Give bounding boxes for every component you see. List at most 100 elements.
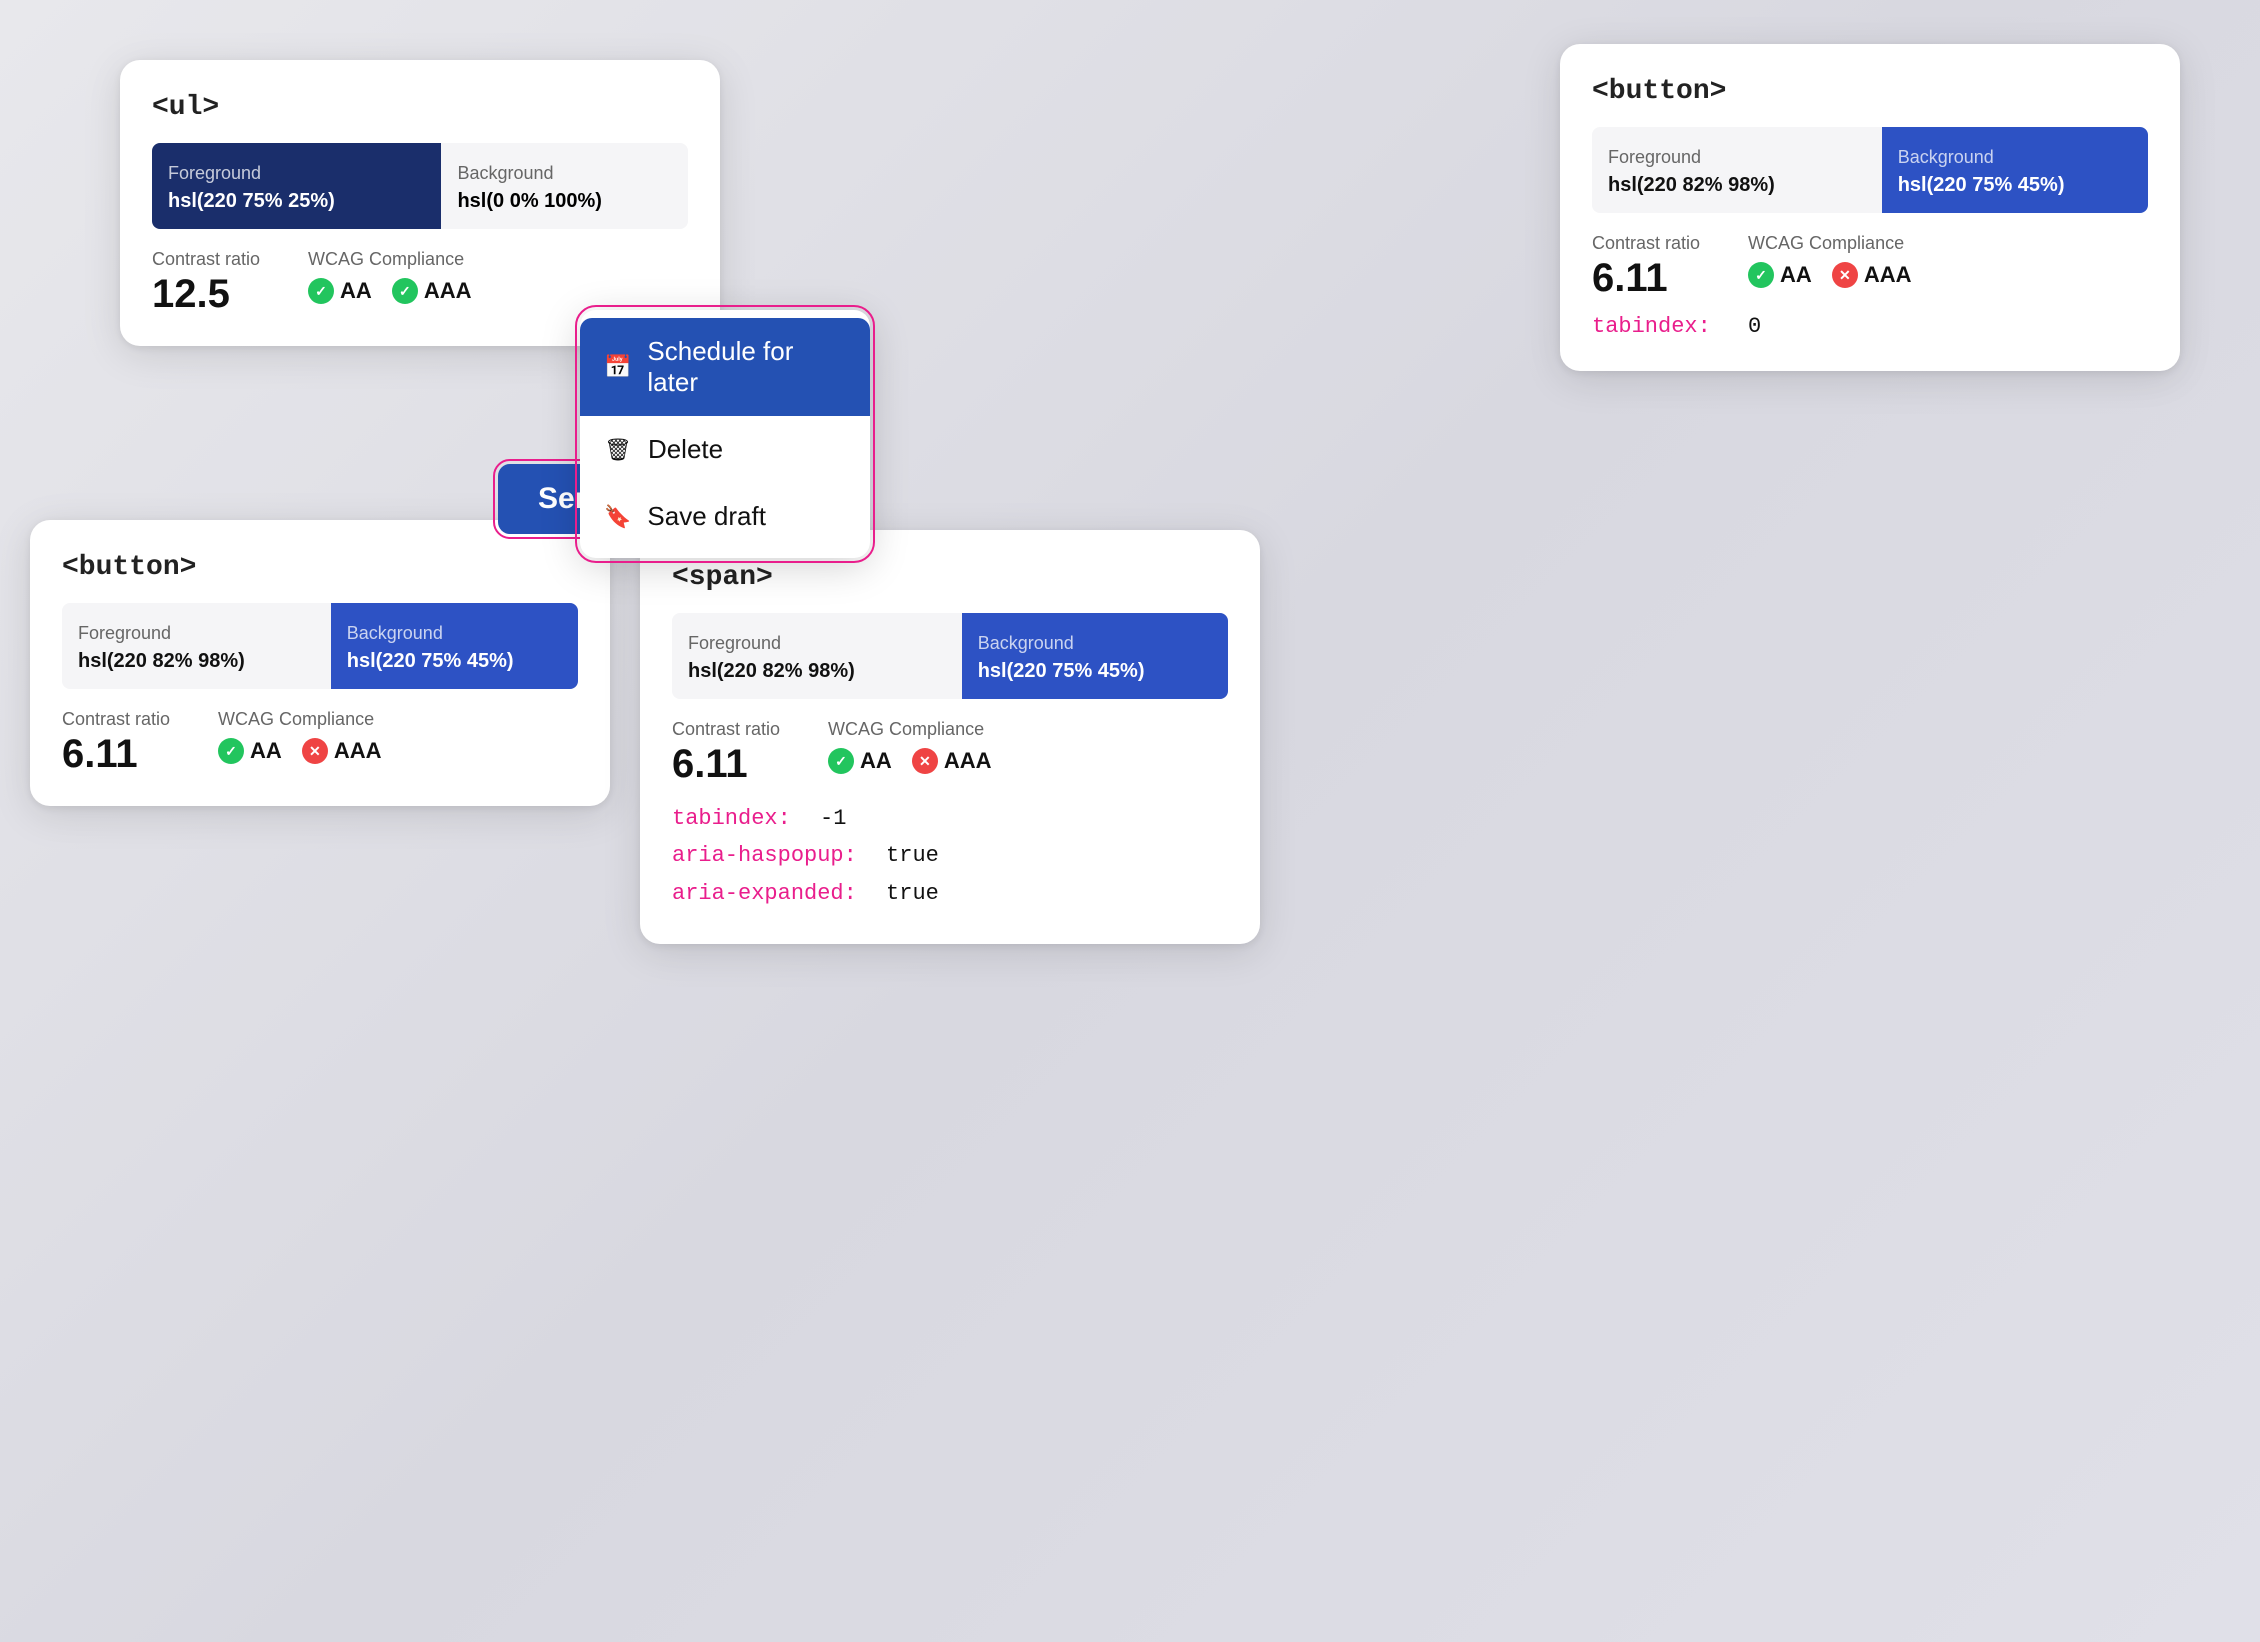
button-bottom-bg-swatch: Background hsl(220 75% 45%) (331, 603, 578, 689)
span-card: <span> Foreground hsl(220 82% 98%) Backg… (640, 530, 1260, 944)
ul-bg-value: hsl(0 0% 100%) (457, 190, 672, 213)
span-aria-rows: tabindex: -1 aria-haspopup: true aria-ex… (672, 800, 1228, 912)
ul-bg-label: Background (457, 163, 672, 184)
calendar-icon: 📅 (604, 354, 631, 380)
ul-wcag-label: WCAG Compliance (308, 249, 471, 270)
button-top-fg-label: Foreground (1608, 147, 1866, 168)
span-aaa-label: AAA (944, 748, 992, 774)
delete-label: Delete (648, 434, 723, 465)
schedule-menu-item[interactable]: 📅 Schedule for later (580, 318, 870, 416)
span-aaa-icon: ✕ (912, 748, 938, 774)
button-top-contrast-label: Contrast ratio (1592, 233, 1700, 254)
span-contrast-group: Contrast ratio 6.11 (672, 719, 780, 784)
button-top-bg-label: Background (1898, 147, 2132, 168)
save-draft-menu-item[interactable]: 🔖 Save draft (580, 483, 870, 550)
button-top-wcag-label: WCAG Compliance (1748, 233, 1911, 254)
span-aaa-badge: ✕ AAA (912, 748, 992, 774)
button-bottom-aaa-label: AAA (334, 738, 382, 764)
ul-wcag-items: ✓ AA ✓ AAA (308, 278, 471, 304)
button-top-stats: Contrast ratio 6.11 WCAG Compliance ✓ AA… (1592, 233, 2148, 298)
span-contrast-label: Contrast ratio (672, 719, 780, 740)
ul-contrast-label: Contrast ratio (152, 249, 260, 270)
delete-menu-item[interactable]: 🗑 Delete (580, 416, 870, 483)
button-top-aa-icon: ✓ (1748, 262, 1774, 288)
button-top-bg-swatch: Background hsl(220 75% 45%) (1882, 127, 2148, 213)
ul-aaa-label: AAA (424, 278, 472, 304)
button-top-aa-label: AA (1780, 262, 1812, 288)
ul-contrast-group: Contrast ratio 12.5 (152, 249, 260, 314)
button-bottom-wcag-items: ✓ AA ✕ AAA (218, 738, 381, 764)
span-haspopup-row: aria-haspopup: true (672, 837, 1228, 874)
button-card-top: <button> Foreground hsl(220 82% 98%) Bac… (1560, 44, 2180, 371)
button-bottom-aa-label: AA (250, 738, 282, 764)
button-bottom-contrast-label: Contrast ratio (62, 709, 170, 730)
button-bottom-wcag-label: WCAG Compliance (218, 709, 381, 730)
span-bg-swatch: Background hsl(220 75% 45%) (962, 613, 1228, 699)
button-bottom-fg-label: Foreground (78, 623, 315, 644)
button-bottom-fg-swatch: Foreground hsl(220 82% 98%) (62, 603, 331, 689)
button-top-wcag-items: ✓ AA ✕ AAA (1748, 262, 1911, 288)
span-fg-value: hsl(220 82% 98%) (688, 660, 946, 683)
button-top-fg-value: hsl(220 82% 98%) (1608, 174, 1866, 197)
button-top-contrast-value: 6.11 (1592, 258, 1700, 298)
button-card-bottom: <button> Foreground hsl(220 82% 98%) Bac… (30, 520, 610, 806)
button-bottom-aaa-badge: ✕ AAA (302, 738, 382, 764)
span-haspopup-key: aria-haspopup: (672, 843, 857, 868)
button-bottom-aa-badge: ✓ AA (218, 738, 282, 764)
button-bottom-fg-value: hsl(220 82% 98%) (78, 650, 315, 673)
button-top-tabindex-key: tabindex: (1592, 314, 1711, 339)
button-top-tabindex-row: tabindex: 0 (1592, 314, 2148, 339)
button-top-aaa-badge: ✕ AAA (1832, 262, 1912, 288)
button-bottom-bg-label: Background (347, 623, 562, 644)
span-fg-swatch: Foreground hsl(220 82% 98%) (672, 613, 962, 699)
span-bg-value: hsl(220 75% 45%) (978, 660, 1212, 683)
ul-fg-value: hsl(220 75% 25%) (168, 190, 425, 213)
button-bottom-aa-icon: ✓ (218, 738, 244, 764)
button-bottom-wcag-group: WCAG Compliance ✓ AA ✕ AAA (218, 709, 381, 764)
button-bottom-card-title: <button> (62, 552, 578, 583)
ul-background-swatch: Background hsl(0 0% 100%) (441, 143, 688, 229)
button-bottom-aaa-icon: ✕ (302, 738, 328, 764)
span-tabindex-row: tabindex: -1 (672, 800, 1228, 837)
span-tabindex-key: tabindex: (672, 806, 791, 831)
button-bottom-contrast-value: 6.11 (62, 734, 170, 774)
span-card-swatches: Foreground hsl(220 82% 98%) Background h… (672, 613, 1228, 699)
span-wcag-group: WCAG Compliance ✓ AA ✕ AAA (828, 719, 991, 774)
span-bg-label: Background (978, 633, 1212, 654)
ul-wcag-group: WCAG Compliance ✓ AA ✓ AAA (308, 249, 471, 304)
span-fg-label: Foreground (688, 633, 946, 654)
button-top-card-title: <button> (1592, 76, 2148, 107)
span-aa-badge: ✓ AA (828, 748, 892, 774)
ul-aa-check-icon: ✓ (308, 278, 334, 304)
span-expanded-val: true (886, 881, 939, 906)
button-bottom-stats: Contrast ratio 6.11 WCAG Compliance ✓ AA… (62, 709, 578, 774)
button-top-aaa-label: AAA (1864, 262, 1912, 288)
ul-contrast-value: 12.5 (152, 274, 260, 314)
ul-card: <ul> Foreground hsl(220 75% 25%) Backgro… (120, 60, 720, 346)
button-top-fg-swatch: Foreground hsl(220 82% 98%) (1592, 127, 1882, 213)
ul-card-title: <ul> (152, 92, 688, 123)
span-card-title: <span> (672, 562, 1228, 593)
span-tabindex-val: -1 (820, 806, 846, 831)
ul-aa-label: AA (340, 278, 372, 304)
ul-card-stats: Contrast ratio 12.5 WCAG Compliance ✓ AA… (152, 249, 688, 314)
button-top-tabindex-val: 0 (1748, 314, 1761, 339)
button-top-aaa-icon: ✕ (1832, 262, 1858, 288)
trash-icon: 🗑 (604, 437, 632, 463)
span-expanded-key: aria-expanded: (672, 881, 857, 906)
dropdown-menu[interactable]: 📅 Schedule for later 🗑 Delete 🔖 Save dra… (580, 310, 870, 558)
span-wcag-items: ✓ AA ✕ AAA (828, 748, 991, 774)
ul-wcag-aaa-badge: ✓ AAA (392, 278, 472, 304)
span-expanded-row: aria-expanded: true (672, 875, 1228, 912)
ul-wcag-aa-badge: ✓ AA (308, 278, 372, 304)
ul-aaa-check-icon: ✓ (392, 278, 418, 304)
save-draft-label: Save draft (647, 501, 766, 532)
button-top-aa-badge: ✓ AA (1748, 262, 1812, 288)
span-haspopup-val: true (886, 843, 939, 868)
button-top-contrast-group: Contrast ratio 6.11 (1592, 233, 1700, 298)
span-contrast-value: 6.11 (672, 744, 780, 784)
button-bottom-swatches: Foreground hsl(220 82% 98%) Background h… (62, 603, 578, 689)
schedule-label: Schedule for later (647, 336, 846, 398)
button-top-swatches: Foreground hsl(220 82% 98%) Background h… (1592, 127, 2148, 213)
span-aa-icon: ✓ (828, 748, 854, 774)
